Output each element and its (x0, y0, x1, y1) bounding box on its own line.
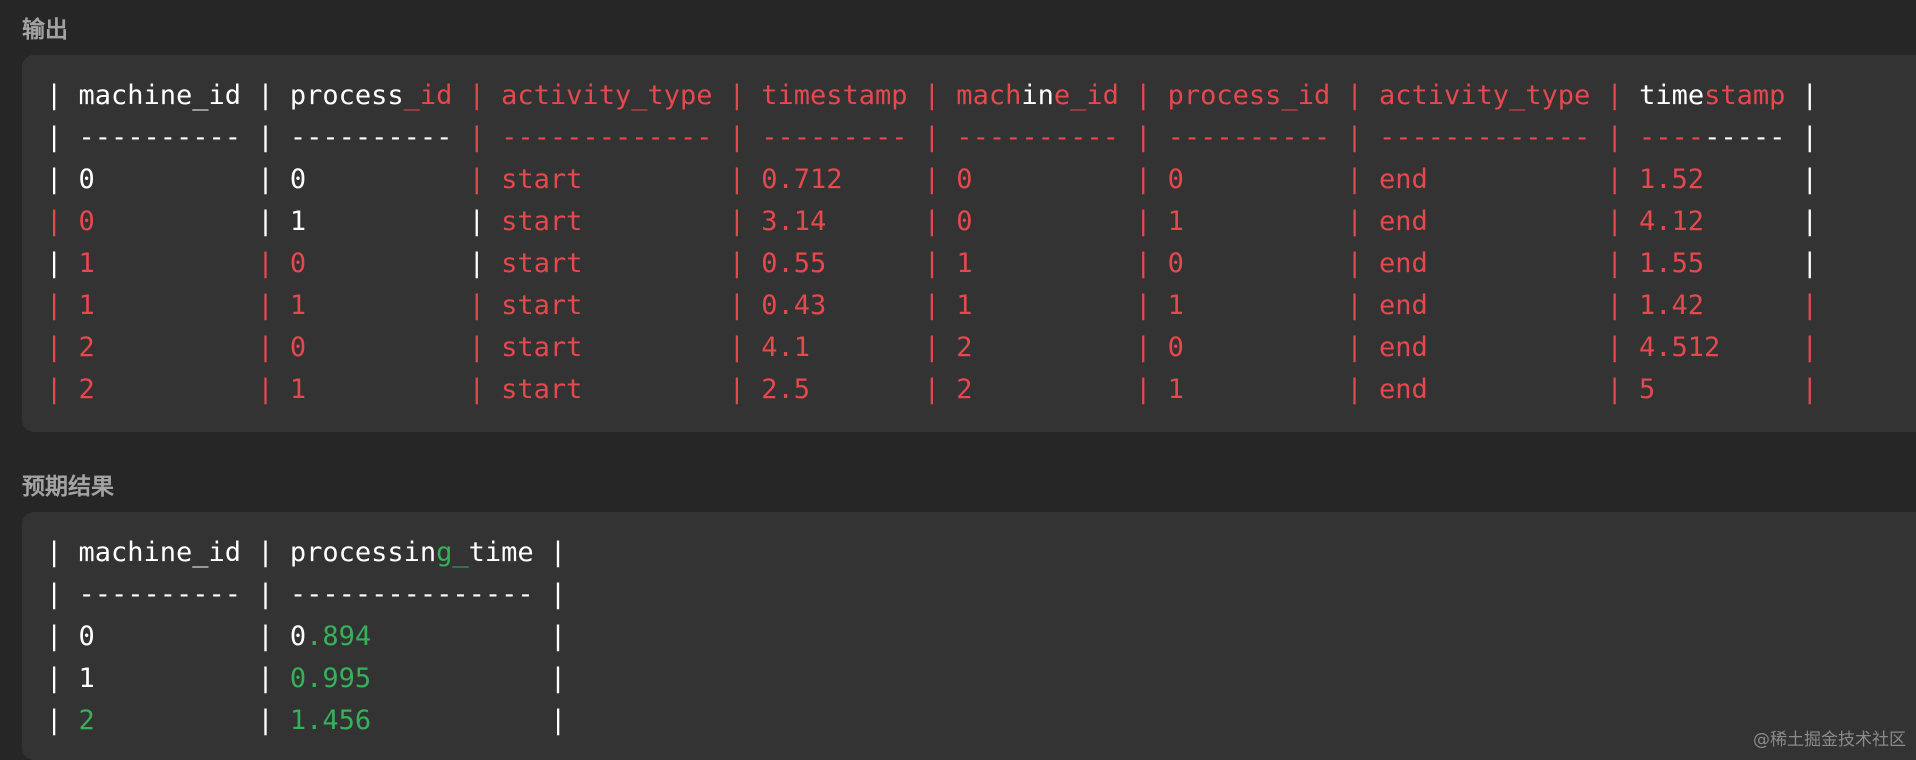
watermark: @稀土掘金技术社区 (1753, 730, 1906, 750)
expected-code-block[interactable]: | machine_id | processing_time | | ------… (22, 512, 1916, 760)
code-segment: | (94, 705, 290, 736)
code-line: | machine_id | processing_time | (46, 532, 566, 574)
code-line: | 0 | 0.894 | (46, 616, 566, 658)
code-segment: | 0 | 0 (46, 621, 307, 652)
code-segment: 2 (78, 705, 95, 736)
code-segment: | ------------- | --------- | ----------… (452, 122, 1705, 153)
code-segment: stamp (1704, 80, 1802, 111)
code-segment: .894 (306, 621, 372, 652)
code-segment: time | (468, 537, 567, 568)
code-segment: start | 3.14 | 0 | 1 | end | 4.12 (484, 206, 1802, 237)
code-segment: g_ (436, 537, 469, 568)
code-segment: | ---------- | --------------- | (46, 579, 567, 610)
code-segment: 0.995 (289, 663, 372, 694)
code-segment: | (1801, 248, 1818, 279)
code-segment: in (1021, 80, 1054, 111)
code-segment: | (1801, 206, 1818, 237)
code-segment: | machine_id | process (46, 80, 404, 111)
output-code-block[interactable]: | machine_id | process_id | activity_typ… (22, 55, 1916, 432)
code-segment: | 0 | 0 (46, 164, 469, 195)
code-segment: | 0 (46, 206, 258, 237)
code-segment: | (371, 663, 567, 694)
code-segment: | (371, 621, 567, 652)
code-segment: | start | 0.712 | 0 | 0 | end | 1.52 (468, 164, 1802, 195)
code-segment: _id | activity_type | timestamp | mach (403, 80, 1022, 111)
code-segment: time (1639, 80, 1705, 111)
code-line: | 1 | 1 | start | 0.43 | 1 | 1 | end | 1… (46, 285, 1818, 327)
code-segment: | machine_id | processin (46, 537, 437, 568)
code-segment: | (46, 248, 79, 279)
code-line: | machine_id | process_id | activity_typ… (46, 75, 1818, 117)
code-segment: | (1801, 80, 1818, 111)
code-segment: | (1801, 164, 1818, 195)
code-line: | 1 | 0 | start | 0.55 | 1 | 0 | end | 1… (46, 243, 1818, 285)
code-line: | 2 | 1 | start | 2.5 | 2 | 1 | end | 5 … (46, 369, 1818, 411)
code-line: | 2 | 1.456 | (46, 700, 566, 742)
code-segment: 1.456 (289, 705, 372, 736)
code-segment: ----- | (1704, 122, 1818, 153)
code-segment: start | 0.55 | 1 | 0 | end | 1.55 (484, 248, 1802, 279)
code-segment: | (371, 705, 567, 736)
code-segment: | (46, 705, 79, 736)
code-line: | ---------- | ---------- | ------------… (46, 117, 1818, 159)
code-line: | 0 | 0 | start | 0.712 | 0 | 0 | end | … (46, 159, 1818, 201)
code-segment: e_id | process_id | activity_type | (1053, 80, 1640, 111)
code-line: | ---------- | --------------- | (46, 574, 566, 616)
code-segment: | 1 | (257, 206, 485, 237)
code-segment: | (468, 248, 485, 279)
output-section-title: 输出 (22, 17, 68, 43)
code-segment: 1 | 0 (78, 248, 469, 279)
code-segment: | 2 | 1 | start | 2.5 | 2 | 1 | end | 5 … (46, 374, 1818, 405)
code-line: | 2 | 0 | start | 4.1 | 2 | 0 | end | 4.… (46, 327, 1818, 369)
code-segment: | ---------- | ---------- (46, 122, 453, 153)
code-segment: | 1 | (46, 663, 290, 694)
code-segment: | 1 | 1 | start | 0.43 | 1 | 1 | end | 1… (46, 290, 1818, 321)
expected-section-title: 预期结果 (22, 474, 114, 500)
code-segment: | 2 | 0 | start | 4.1 | 2 | 0 | end | 4.… (46, 332, 1818, 363)
code-line: | 1 | 0.995 | (46, 658, 566, 700)
code-line: | 0 | 1 | start | 3.14 | 0 | 1 | end | 4… (46, 201, 1818, 243)
